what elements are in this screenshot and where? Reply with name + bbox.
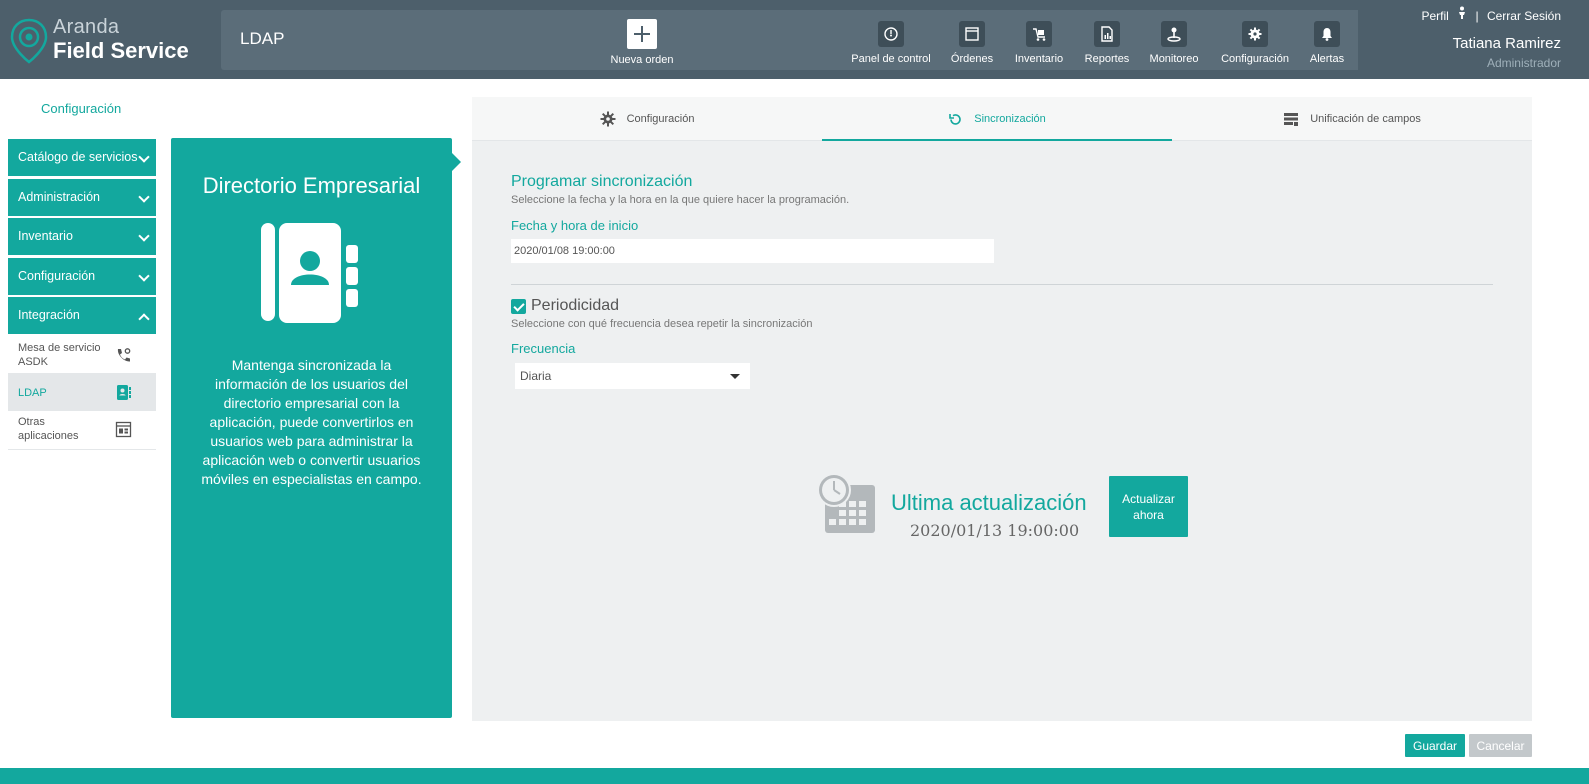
refresh-icon [949, 113, 961, 125]
new-order-button[interactable]: Nueva orden [606, 19, 678, 69]
sidebar-item-label: LDAP [18, 386, 47, 399]
report-icon [1094, 21, 1120, 47]
dashboard-icon [878, 21, 904, 47]
sidebar-group-label: Inventario [18, 229, 73, 243]
sidebar-item-label: Otras aplicaciones [18, 415, 79, 442]
sidebar-item-label: Mesa de servicio ASDK [18, 341, 101, 368]
nav-alertas[interactable]: Alertas [1304, 21, 1350, 69]
chevron-down-icon [138, 190, 150, 203]
chevron-down-icon [138, 230, 150, 242]
sidebar-group-configuracion[interactable]: Configuración [8, 257, 156, 295]
address-book-icon [261, 223, 358, 323]
brand-line2: Field Service [53, 38, 189, 63]
nav-configuracion[interactable]: Configuración [1212, 21, 1298, 69]
sidebar-item-otras-aplicaciones[interactable]: Otras aplicaciones [8, 411, 156, 450]
directory-description: Mantenga sincronizada la información de … [201, 357, 422, 487]
calendar-clock-icon [817, 473, 875, 533]
window-icon [959, 21, 985, 47]
new-order-label: Nueva orden [610, 54, 674, 66]
nav-monitoreo[interactable]: Monitoreo [1144, 21, 1204, 69]
update-now-button[interactable]: Actualizar ahora [1109, 476, 1188, 537]
app-logo[interactable]: Aranda Field Service [10, 14, 210, 64]
chevron-up-icon [138, 313, 150, 325]
tab-label: Sincronización [974, 113, 1046, 125]
nav-panel-control[interactable]: Panel de control [846, 21, 936, 69]
logo-pin-icon [10, 18, 48, 64]
nav-label: Inventario [1014, 53, 1064, 65]
header-separator: | [1475, 9, 1479, 23]
profile-link[interactable]: Perfil [1421, 9, 1448, 23]
sidebar-group-catalogo[interactable]: Catálogo de servicios [8, 139, 156, 176]
nav-ordenes[interactable]: Órdenes [944, 21, 1000, 69]
brand-line1: Aranda [53, 16, 120, 38]
merge-fields-icon [1284, 112, 1299, 126]
tab-configuracion[interactable]: Configuración [472, 97, 822, 141]
directory-info-panel: Directorio Empresarial Mantenga sincroni… [171, 138, 452, 718]
location-icon [1161, 21, 1187, 47]
sidebar-group-inventario[interactable]: Inventario [8, 218, 156, 255]
footer-bar [0, 768, 1589, 784]
gear-icon [1242, 21, 1268, 47]
panel-pointer [452, 153, 461, 171]
caret-down-icon [730, 374, 740, 379]
frequency-value: Diaria [520, 369, 552, 383]
tab-label: Configuración [626, 113, 695, 125]
tab-unificacion-campos[interactable]: Unificación de campos [1172, 97, 1532, 141]
last-update-label: Ultima actualización [891, 490, 1087, 515]
sync-content: Programar sincronización Seleccione la f… [472, 141, 1532, 721]
phone-icon [117, 347, 131, 362]
sidebar-group-label: Catálogo de servicios [18, 150, 138, 164]
sidebar-item-mesa-servicio[interactable]: Mesa de servicio ASDK [8, 337, 156, 374]
frequency-label: Frecuencia [511, 341, 576, 356]
profile-icon[interactable] [1457, 6, 1470, 23]
bell-icon [1314, 21, 1340, 47]
frequency-select[interactable]: Diaria [515, 363, 750, 389]
section-divider [511, 284, 1493, 285]
sidebar-item-ldap[interactable]: LDAP [8, 373, 156, 411]
nav-label: Alertas [1309, 53, 1345, 65]
cancel-button[interactable]: Cancelar [1469, 734, 1532, 757]
nav-label: Monitoreo [1149, 53, 1199, 65]
tab-bar: Configuración Sincronización Unificación… [472, 97, 1532, 141]
tab-label: Unificación de campos [1310, 113, 1421, 125]
top-header: Aranda Field Service LDAP Nueva orden Pa… [0, 0, 1589, 79]
cart-icon [1026, 21, 1052, 47]
nav-label: Configuración [1221, 53, 1289, 65]
tab-sincronizacion[interactable]: Sincronización [822, 97, 1172, 141]
sidebar-group-integracion[interactable]: Integración [8, 297, 156, 334]
periodicity-checkbox[interactable] [511, 299, 526, 314]
save-button[interactable]: Guardar [1405, 734, 1465, 757]
nav-label: Reportes [1084, 53, 1130, 65]
nav-label: Panel de control [851, 53, 931, 65]
program-help-text: Seleccione la fecha y la hora en la que … [511, 194, 850, 206]
start-date-label: Fecha y hora de inicio [511, 218, 639, 233]
sidebar-group-label: Administración [18, 189, 100, 204]
logout-link[interactable]: Cerrar Sesión [1487, 9, 1561, 23]
start-datetime-input[interactable] [511, 239, 994, 263]
periodicity-label: Periodicidad [531, 297, 620, 314]
nav-inventario[interactable]: Inventario [1008, 21, 1070, 69]
directory-title: Directorio Empresarial [202, 173, 421, 198]
user-area: Perfil | Cerrar Sesión Tatiana Ramirez A… [1416, 6, 1561, 70]
periodicity-help-text: Seleccione con qué frecuencia desea repe… [511, 318, 813, 330]
page-label: Configuración [41, 101, 122, 116]
plus-icon [627, 19, 657, 49]
address-book-icon [117, 384, 131, 400]
program-title: Programar sincronización [511, 173, 693, 190]
user-role: Administrador [1486, 56, 1561, 70]
nav-label: Órdenes [950, 53, 994, 65]
chevron-down-icon [138, 151, 150, 163]
section-title: LDAP [240, 29, 285, 48]
chevron-down-icon [138, 269, 150, 282]
nav-reportes[interactable]: Reportes [1078, 21, 1136, 69]
sidebar: Catálogo de servicios Administración Inv… [8, 139, 156, 450]
gear-icon [600, 111, 616, 127]
last-update-value: 2020/01/13 19:00:00 [910, 521, 1080, 540]
sidebar-group-label: Configuración [18, 268, 96, 283]
sidebar-group-label: Integración [18, 308, 80, 322]
user-name: Tatiana Ramirez [1452, 35, 1561, 52]
sidebar-group-administracion[interactable]: Administración [8, 178, 156, 216]
apps-icon [115, 421, 132, 437]
